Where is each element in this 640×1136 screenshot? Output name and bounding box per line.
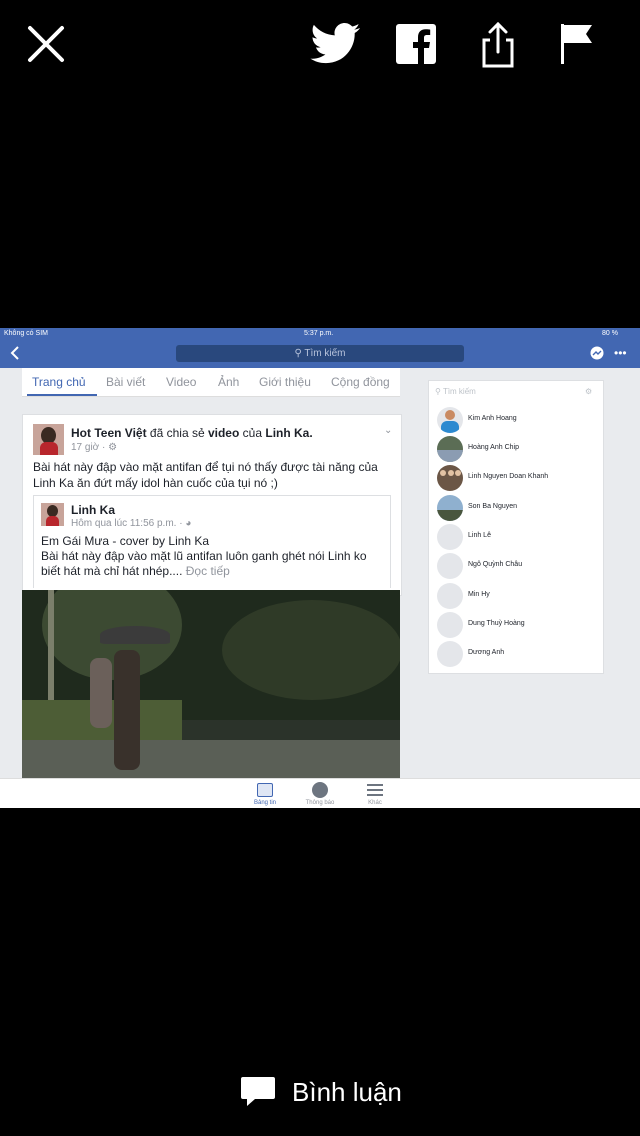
carrier-label: Không có SIM [4, 330, 48, 337]
shared-screenshot: Không có SIM 5:37 p.m. 80 % ⚲ Tìm kiếm •… [0, 328, 640, 808]
menu-icon [367, 784, 383, 796]
news-feed-icon [257, 783, 273, 797]
page-avatar[interactable] [33, 424, 64, 455]
facebook-navbar: ⚲ Tìm kiếm ••• [0, 340, 640, 368]
flag-icon[interactable] [556, 20, 604, 68]
friend-item[interactable]: Son Ba Nguyen [437, 495, 601, 521]
tab-video[interactable]: Video [166, 375, 196, 389]
more-icon[interactable]: ••• [614, 347, 627, 359]
target-name[interactable]: Linh Ka. [265, 426, 312, 440]
post-header: Hot Teen Việt đã chia sẻ video của Linh … [71, 426, 313, 440]
friend-item[interactable]: Dung Thuỳ Hoàng [437, 612, 601, 638]
gear-icon[interactable]: ⚙ [585, 387, 592, 396]
tab-community[interactable]: Cộng đồng [331, 375, 390, 389]
close-icon[interactable] [22, 20, 70, 68]
friend-item[interactable]: Min Hy [437, 583, 601, 609]
post-time: 17 giờ · ⚙ [71, 442, 118, 453]
shared-post[interactable]: Linh Ka Hôm qua lúc 11:56 p.m. · ◕ Em Gá… [33, 495, 391, 588]
status-time: 5:37 p.m. [304, 330, 334, 337]
share-icon[interactable] [474, 20, 522, 68]
shared-body: Bài hát này đập vào mặt lũ antifan luôn … [41, 549, 367, 578]
tab-home[interactable]: Trang chủ [32, 375, 86, 389]
comment-icon [241, 1077, 275, 1106]
friends-search-input[interactable]: ⚲ Tìm kiếm [435, 387, 476, 396]
shared-title: Em Gái Mưa - cover by Linh Ka [41, 534, 210, 548]
search-placeholder: Tìm kiếm [304, 348, 346, 359]
messenger-icon[interactable] [590, 346, 604, 365]
tab-about[interactable]: Giới thiệu [259, 375, 311, 389]
feed-post: Hot Teen Việt đã chia sẻ video của Linh … [22, 414, 402, 596]
video-thumbnail[interactable] [22, 590, 400, 778]
author-avatar[interactable] [41, 503, 64, 526]
friend-item[interactable]: Ngô Quỳnh Châu [437, 553, 601, 579]
avatar [437, 583, 463, 609]
post-menu-chevron-icon[interactable]: ⌄ [384, 425, 392, 436]
avatar [437, 612, 463, 638]
avatar [437, 465, 463, 491]
battery-label: 80 % [602, 330, 618, 337]
friend-item[interactable]: Dương Anh [437, 641, 601, 667]
globe-icon: ◕ [185, 518, 192, 529]
avatar [437, 407, 463, 433]
page-name[interactable]: Hot Teen Việt [71, 426, 147, 440]
back-icon[interactable] [9, 346, 21, 365]
tab-notifications[interactable]: Thông báo [300, 779, 340, 808]
avatar [437, 436, 463, 462]
search-icon: ⚲ [435, 387, 441, 396]
globe-icon [312, 782, 328, 798]
avatar [437, 641, 463, 667]
shared-author[interactable]: Linh Ka [71, 503, 115, 517]
avatar [437, 495, 463, 521]
status-bar: Không có SIM 5:37 p.m. 80 % [0, 328, 640, 340]
tab-photos[interactable]: Ảnh [218, 375, 239, 389]
friend-item[interactable]: Kim Anh Hoang [437, 407, 601, 433]
search-icon: ⚲ [294, 348, 302, 359]
tab-more[interactable]: Khác [355, 779, 395, 808]
bottom-tab-bar: Bảng tin Thông báo Khác [0, 778, 640, 808]
facebook-icon[interactable] [394, 20, 442, 68]
page-tabs: Trang chủ Bài viết Video Ảnh Giới thiệu … [22, 368, 400, 397]
comment-label: Bình luận [292, 1077, 402, 1107]
gear-icon: ⚙ [108, 442, 118, 453]
shared-time: Hôm qua lúc 11:56 p.m. · ◕ [71, 518, 192, 529]
active-tab-indicator [27, 394, 97, 396]
avatar [437, 524, 463, 550]
tab-news-feed[interactable]: Bảng tin [245, 779, 285, 808]
read-more-link[interactable]: Đọc tiếp [186, 564, 230, 578]
avatar [437, 553, 463, 579]
friends-panel: ⚲ Tìm kiếm ⚙ Kim Anh Hoang Hoàng Anh Chi… [428, 380, 604, 674]
search-input[interactable]: ⚲ Tìm kiếm [176, 345, 464, 362]
friend-item[interactable]: Hoàng Anh Chip [437, 436, 601, 462]
tab-posts[interactable]: Bài viết [106, 375, 145, 389]
twitter-icon[interactable] [310, 20, 362, 68]
friend-item[interactable]: Linh Lê [437, 524, 601, 550]
friend-item[interactable]: Linh Nguyen Doan Khanh [437, 465, 601, 491]
post-body: Bài hát này đập vào mặt antifan để tụi n… [33, 460, 378, 490]
